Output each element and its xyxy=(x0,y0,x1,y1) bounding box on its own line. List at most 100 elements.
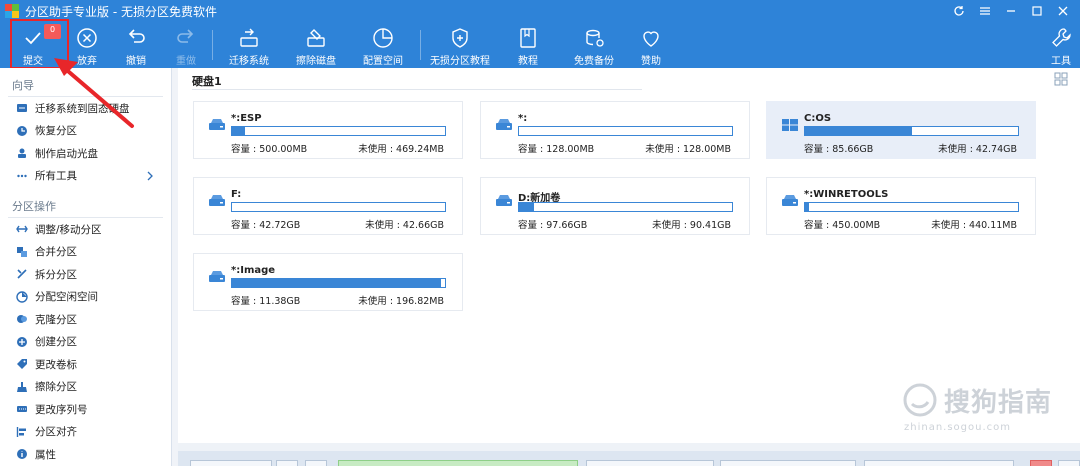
label-icon xyxy=(17,359,27,370)
sidebar-item-properties[interactable]: 属性 xyxy=(0,443,171,466)
disk-map-segment[interactable] xyxy=(864,460,1014,466)
view-toggle-icon[interactable] xyxy=(1054,72,1068,86)
partition-free: 未使用 : 42.74GB xyxy=(938,144,1017,155)
wipe-disk-label: 擦除磁盘 xyxy=(296,56,336,67)
allocate-space-label: 配置空间 xyxy=(363,56,403,67)
refresh-icon[interactable] xyxy=(948,2,970,20)
migrate-os-button[interactable]: 迁移系统 xyxy=(226,22,272,68)
disk-map-segment[interactable] xyxy=(276,460,298,466)
guide-label: 教程 xyxy=(518,56,538,67)
disk-map-panel xyxy=(178,451,1080,466)
partition-usage-bar xyxy=(804,202,1019,212)
watermark: 搜狗指南 zhinan.sogou.com xyxy=(902,376,1072,436)
pie-chart-icon xyxy=(373,28,393,48)
partition-usage-bar xyxy=(231,126,446,136)
clone-icon xyxy=(17,315,27,324)
drive-icon xyxy=(496,195,512,206)
book-icon xyxy=(520,28,536,48)
sidebar-item-change-label[interactable]: 更改卷标 xyxy=(0,353,171,376)
ssd-migrate-icon xyxy=(17,104,27,113)
menu-icon[interactable] xyxy=(974,2,996,20)
align-icon xyxy=(16,426,26,437)
backup-icon xyxy=(586,29,604,47)
free-backup-button[interactable]: 免费备份 xyxy=(571,22,617,68)
donate-button[interactable]: 赞助 xyxy=(636,22,666,68)
heart-icon xyxy=(643,31,659,47)
minimize-icon[interactable] xyxy=(1000,2,1022,20)
sidebar-section-partition-ops: 分区操作 xyxy=(12,200,56,213)
partition-capacity: 容量 : 450.00MB xyxy=(804,220,881,231)
sidebar-item-merge[interactable]: 合并分区 xyxy=(0,241,171,264)
disk-title-divider xyxy=(192,89,642,90)
sidebar-item-label: 属性 xyxy=(35,448,56,461)
partition-tutorial-button[interactable]: 无损分区教程 xyxy=(429,22,491,68)
sidebar-item-allocate[interactable]: 分配空闲空间 xyxy=(0,286,171,309)
sidebar-item-clone[interactable]: 克隆分区 xyxy=(0,308,171,331)
allocate-icon xyxy=(16,291,28,303)
toolbar-separator xyxy=(212,30,213,60)
tools-label: 工具 xyxy=(1051,56,1071,67)
undo-icon xyxy=(128,29,145,43)
partition-card[interactable]: *:WINRETOOLS 容量 : 450.00MB 未使用 : 440.11M… xyxy=(766,177,1036,235)
watermark-url: zhinan.sogou.com xyxy=(904,422,1012,433)
sidebar-item-resize[interactable]: 调整/移动分区 xyxy=(0,218,171,241)
info-icon xyxy=(17,449,27,460)
sidebar-item-label: 创建分区 xyxy=(35,336,77,349)
partition-name: C:OS xyxy=(804,113,832,124)
disk-map-segment[interactable] xyxy=(338,460,578,466)
disk-map-segment[interactable] xyxy=(1058,460,1080,466)
sidebar-item-label: 更改序列号 xyxy=(35,403,88,416)
partition-card[interactable]: F: 容量 : 42.72GB 未使用 : 42.66GB xyxy=(193,177,463,235)
migrate-os-label: 迁移系统 xyxy=(229,56,269,67)
sidebar-item-all-tools[interactable]: 所有工具 xyxy=(0,165,171,188)
sidebar-item-boot-disc[interactable]: 制作启动光盘 xyxy=(0,142,171,165)
partition-name: F: xyxy=(231,189,242,200)
sidebar-item-label: 所有工具 xyxy=(35,170,77,183)
partition-card[interactable]: C:OS 容量 : 85.66GB 未使用 : 42.74GB xyxy=(766,101,1036,159)
partition-card[interactable]: *:ESP 容量 : 500.00MB 未使用 : 469.24MB xyxy=(193,101,463,159)
disk-map-segment[interactable] xyxy=(720,460,856,466)
partition-usage-bar xyxy=(231,278,446,288)
allocate-space-button[interactable]: 配置空间 xyxy=(360,22,406,68)
redo-button[interactable]: 重做 xyxy=(171,22,201,68)
redo-label: 重做 xyxy=(176,56,196,67)
wipe-icon xyxy=(17,381,27,392)
annotation-arrow-icon xyxy=(54,58,134,128)
panel-splitter[interactable] xyxy=(178,443,1080,451)
sidebar-item-create[interactable]: 创建分区 xyxy=(0,331,171,354)
wipe-disk-button[interactable]: 擦除磁盘 xyxy=(293,22,339,68)
partition-name: *:WINRETOOLS xyxy=(804,189,889,200)
partition-capacity: 容量 : 500.00MB xyxy=(231,144,308,155)
sidebar-item-label: 制作启动光盘 xyxy=(35,147,98,160)
partition-card[interactable]: D:新加卷 容量 : 97.66GB 未使用 : 90.41GB xyxy=(480,177,750,235)
guide-button[interactable]: 教程 xyxy=(513,22,543,68)
partition-free: 未使用 : 90.41GB xyxy=(652,220,731,231)
wipe-disk-icon xyxy=(307,29,325,47)
partition-card[interactable]: *:Image 容量 : 11.38GB 未使用 : 196.82MB xyxy=(193,253,463,311)
partition-name: *: xyxy=(518,113,528,124)
boot-disc-icon xyxy=(18,148,26,159)
disk-map-segment[interactable] xyxy=(586,460,714,466)
partition-usage-bar xyxy=(231,202,446,212)
drive-icon xyxy=(496,119,512,130)
watermark-text: 搜狗指南 xyxy=(944,388,1053,418)
disk-map-segment[interactable] xyxy=(1030,460,1052,466)
close-icon[interactable] xyxy=(1052,2,1074,20)
partition-usage-fill xyxy=(519,203,534,211)
sidebar-item-wipe[interactable]: 擦除分区 xyxy=(0,376,171,399)
sidebar-item-serial[interactable]: 更改序列号 xyxy=(0,398,171,421)
disk-map-segment[interactable] xyxy=(305,460,327,466)
window-title: 分区助手专业版 - 无损分区免费软件 xyxy=(25,4,217,19)
partition-capacity: 容量 : 97.66GB xyxy=(518,220,588,231)
partition-tutorial-label: 无损分区教程 xyxy=(430,56,490,67)
maximize-icon[interactable] xyxy=(1026,2,1048,20)
redo-icon xyxy=(177,29,194,43)
partition-name: *:ESP xyxy=(231,113,262,124)
partition-card[interactable]: *: 容量 : 128.00MB 未使用 : 128.00MB xyxy=(480,101,750,159)
sidebar-item-label: 分区对齐 xyxy=(35,426,77,439)
sidebar-item-align[interactable]: 分区对齐 xyxy=(0,421,171,444)
tools-button[interactable]: 工具 xyxy=(1046,22,1076,68)
free-backup-label: 免费备份 xyxy=(574,56,614,67)
sidebar-item-split[interactable]: 拆分分区 xyxy=(0,263,171,286)
split-icon xyxy=(17,269,27,279)
